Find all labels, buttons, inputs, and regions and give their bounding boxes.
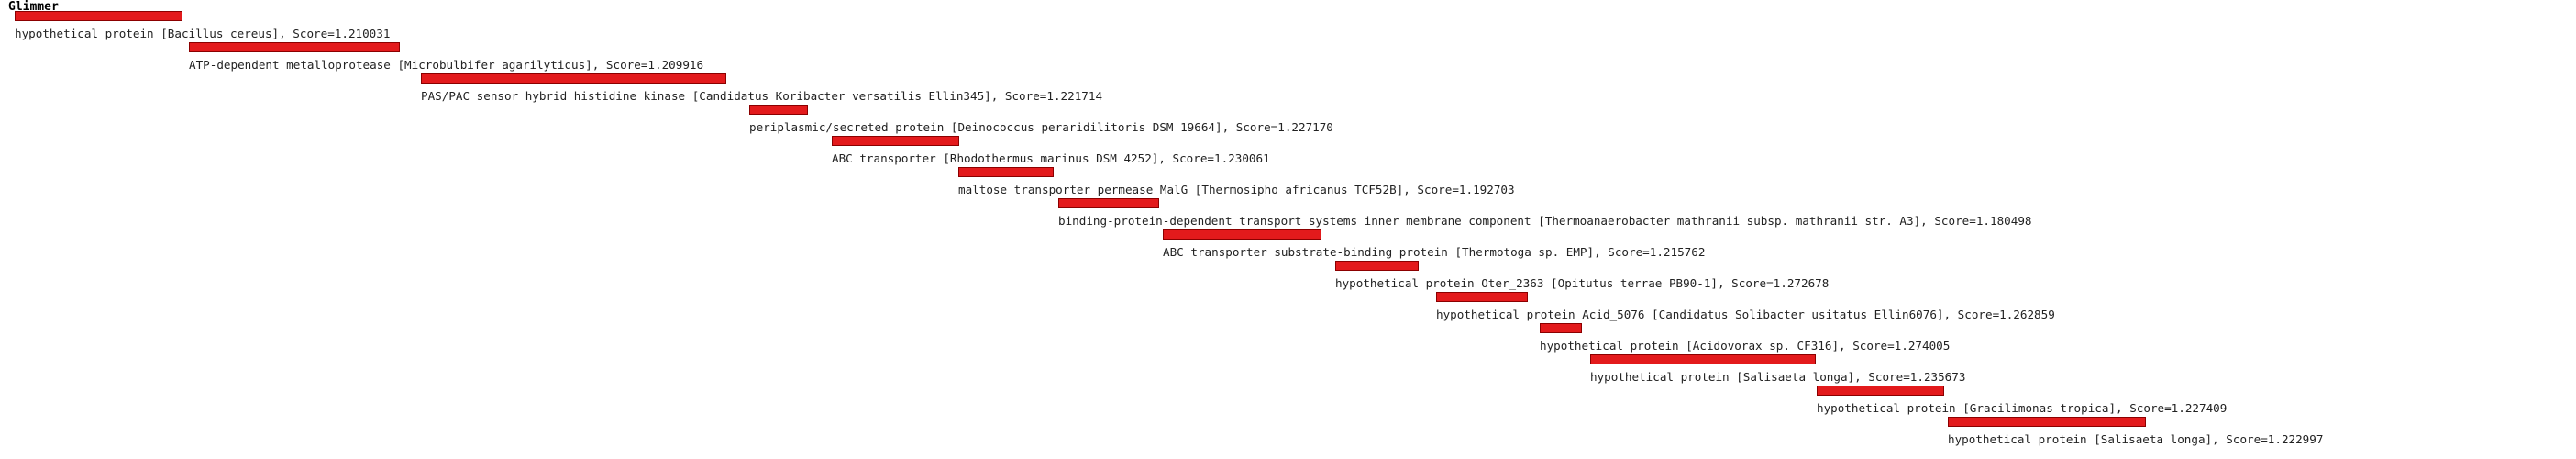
gene-bar[interactable]: [958, 167, 1054, 177]
gene-bar[interactable]: [1058, 198, 1159, 208]
gene-bar[interactable]: [749, 105, 808, 115]
gene-bar[interactable]: [1163, 230, 1321, 240]
gene-bar[interactable]: [832, 136, 959, 146]
gene-bar[interactable]: [1335, 261, 1419, 271]
gene-feature[interactable]: binding-protein-dependent transport syst…: [1058, 198, 2032, 241]
gene-label: ABC transporter [Rhodothermus marinus DS…: [832, 151, 1270, 165]
gene-label: hypothetical protein [Salisaeta longa], …: [1948, 432, 2324, 446]
gene-feature[interactable]: hypothetical protein [Bacillus cereus], …: [15, 11, 390, 53]
gene-label: hypothetical protein [Acidovorax sp. CF3…: [1540, 339, 1951, 353]
gene-label: maltose transporter permease MalG [Therm…: [958, 183, 1515, 196]
gene-bar[interactable]: [1590, 354, 1816, 364]
gene-feature[interactable]: hypothetical protein [Salisaeta longa], …: [1948, 417, 2323, 459]
gene-bar[interactable]: [421, 73, 726, 84]
gene-feature[interactable]: ABC transporter [Rhodothermus marinus DS…: [832, 136, 1270, 178]
gene-label: binding-protein-dependent transport syst…: [1058, 214, 2032, 228]
gene-label: PAS/PAC sensor hybrid histidine kinase […: [421, 89, 1103, 103]
gene-label: hypothetical protein [Gracilimonas tropi…: [1817, 401, 2228, 415]
gene-bar[interactable]: [189, 42, 400, 52]
glimmer-track: Glimmer hypothetical protein [Bacillus c…: [0, 0, 2576, 449]
gene-bar[interactable]: [1817, 386, 1944, 396]
gene-feature[interactable]: hypothetical protein [Acidovorax sp. CF3…: [1540, 323, 1950, 365]
gene-bar[interactable]: [1540, 323, 1582, 333]
gene-label: ATP-dependent metalloprotease [Microbulb…: [189, 58, 704, 72]
gene-feature[interactable]: hypothetical protein Oter_2363 [Opitutus…: [1335, 261, 1829, 303]
gene-label: hypothetical protein [Bacillus cereus], …: [15, 27, 391, 40]
gene-feature[interactable]: periplasmic/secreted protein [Deinococcu…: [749, 105, 1333, 147]
gene-feature[interactable]: ATP-dependent metalloprotease [Microbulb…: [189, 42, 703, 84]
gene-feature[interactable]: hypothetical protein Acid_5076 [Candidat…: [1436, 292, 2055, 334]
gene-feature[interactable]: ABC transporter substrate-binding protei…: [1163, 230, 1705, 272]
gene-bar[interactable]: [1948, 417, 2146, 427]
gene-label: hypothetical protein Acid_5076 [Candidat…: [1436, 308, 2055, 321]
gene-label: periplasmic/secreted protein [Deinococcu…: [749, 120, 1333, 134]
gene-feature[interactable]: maltose transporter permease MalG [Therm…: [958, 167, 1515, 209]
gene-feature[interactable]: hypothetical protein [Salisaeta longa], …: [1590, 354, 1965, 397]
gene-label: hypothetical protein [Salisaeta longa], …: [1590, 370, 1966, 384]
gene-label: ABC transporter substrate-binding protei…: [1163, 245, 1706, 259]
gene-label: hypothetical protein Oter_2363 [Opitutus…: [1335, 276, 1830, 290]
gene-bar[interactable]: [15, 11, 182, 21]
gene-feature[interactable]: hypothetical protein [Gracilimonas tropi…: [1817, 386, 2227, 428]
gene-bar[interactable]: [1436, 292, 1528, 302]
gene-feature[interactable]: PAS/PAC sensor hybrid histidine kinase […: [421, 73, 1102, 116]
